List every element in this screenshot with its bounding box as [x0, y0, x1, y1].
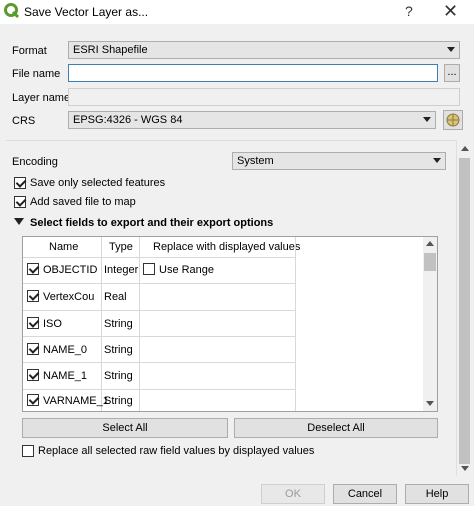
scroll-down-icon[interactable]: [461, 466, 469, 471]
scroll-thumb[interactable]: [459, 158, 470, 464]
ok-button[interactable]: OK: [261, 484, 325, 504]
format-select[interactable]: ESRI Shapefile: [68, 41, 460, 59]
format-value: ESRI Shapefile: [73, 44, 148, 56]
scroll-thumb[interactable]: [424, 253, 436, 271]
help-icon[interactable]: ?: [405, 3, 413, 19]
field-type: String: [104, 318, 133, 330]
field-name: ISO: [43, 318, 62, 330]
table-scrollbar[interactable]: [423, 237, 437, 411]
format-label: Format: [12, 45, 47, 57]
field-type: Real: [104, 291, 127, 303]
header-type[interactable]: Type: [109, 241, 133, 253]
grid-line: [295, 237, 296, 411]
scroll-up-icon[interactable]: [426, 241, 434, 246]
table-row[interactable]: NAME_1 String: [23, 364, 295, 388]
add-to-map-checkbox[interactable]: [14, 196, 26, 208]
select-all-button[interactable]: Select All: [22, 418, 228, 438]
chevron-down-icon: [433, 158, 441, 163]
field-checkbox[interactable]: [27, 263, 39, 275]
field-name: NAME_1: [43, 370, 88, 382]
fields-section-header[interactable]: Select fields to export and their export…: [30, 217, 273, 229]
field-checkbox[interactable]: [27, 343, 39, 355]
close-icon[interactable]: ✕: [443, 1, 458, 22]
grid-line: [23, 389, 295, 390]
chevron-down-icon: [423, 117, 431, 122]
scroll-down-icon[interactable]: [426, 401, 434, 406]
save-selected-label: Save only selected features: [30, 177, 166, 189]
field-name: NAME_0: [43, 344, 88, 356]
window-title: Save Vector Layer as...: [24, 5, 149, 19]
use-range-label: Use Range: [159, 264, 215, 276]
table-row[interactable]: OBJECTID Integer Use Range: [23, 259, 295, 283]
field-checkbox[interactable]: [27, 317, 39, 329]
scroll-up-icon[interactable]: [461, 146, 469, 151]
field-name: VARNAME_1: [43, 395, 109, 407]
chevron-down-icon: [447, 47, 455, 52]
save-selected-checkbox[interactable]: [14, 177, 26, 189]
filename-input[interactable]: [68, 64, 438, 82]
header-name[interactable]: Name: [49, 241, 78, 253]
encoding-label: Encoding: [12, 156, 58, 168]
fields-table: Name Type Replace with displayed values …: [22, 236, 438, 412]
table-row[interactable]: ISO String: [23, 312, 295, 336]
grid-line: [23, 362, 295, 363]
field-type: String: [104, 395, 133, 407]
table-row[interactable]: VARNAME_1 String: [23, 391, 295, 411]
encoding-select[interactable]: System: [232, 152, 446, 170]
collapse-triangle-icon[interactable]: [14, 218, 24, 225]
layername-label: Layer name: [12, 92, 71, 104]
qgis-logo-icon: [4, 3, 20, 19]
browse-button[interactable]: ...: [444, 64, 460, 82]
crs-picker-button[interactable]: [443, 110, 463, 130]
field-checkbox[interactable]: [27, 290, 39, 302]
table-row[interactable]: VertexCou Real: [23, 285, 295, 309]
field-checkbox[interactable]: [27, 394, 39, 406]
field-type: Integer: [104, 264, 139, 276]
grid-line: [23, 283, 295, 284]
globe-icon: [446, 113, 460, 127]
grid-line: [23, 336, 295, 337]
help-button[interactable]: Help: [405, 484, 469, 504]
crs-select[interactable]: EPSG:4326 - WGS 84: [68, 111, 436, 129]
table-row[interactable]: NAME_0 String: [23, 338, 295, 362]
field-type: String: [104, 370, 133, 382]
options-scrollbar[interactable]: [456, 140, 472, 476]
add-to-map-label: Add saved file to map: [30, 196, 136, 208]
replace-all-checkbox[interactable]: [22, 445, 34, 457]
filename-label: File name: [12, 68, 61, 80]
field-checkbox[interactable]: [27, 369, 39, 381]
encoding-value: System: [237, 155, 274, 167]
title-bar: Save Vector Layer as... ? ✕: [0, 0, 474, 24]
field-type: String: [104, 344, 133, 356]
field-name: OBJECTID: [43, 264, 98, 276]
crs-value: EPSG:4326 - WGS 84: [73, 114, 183, 126]
use-range-checkbox[interactable]: [143, 263, 155, 275]
crs-label: CRS: [12, 115, 36, 127]
cancel-button[interactable]: Cancel: [333, 484, 397, 504]
layername-input: [68, 88, 460, 106]
header-replace[interactable]: Replace with displayed values: [153, 241, 300, 253]
replace-all-label: Replace all selected raw field values by…: [38, 445, 315, 457]
field-name: VertexCou: [43, 291, 95, 303]
grid-line: [23, 257, 295, 258]
grid-line: [23, 310, 295, 311]
deselect-all-button[interactable]: Deselect All: [234, 418, 438, 438]
